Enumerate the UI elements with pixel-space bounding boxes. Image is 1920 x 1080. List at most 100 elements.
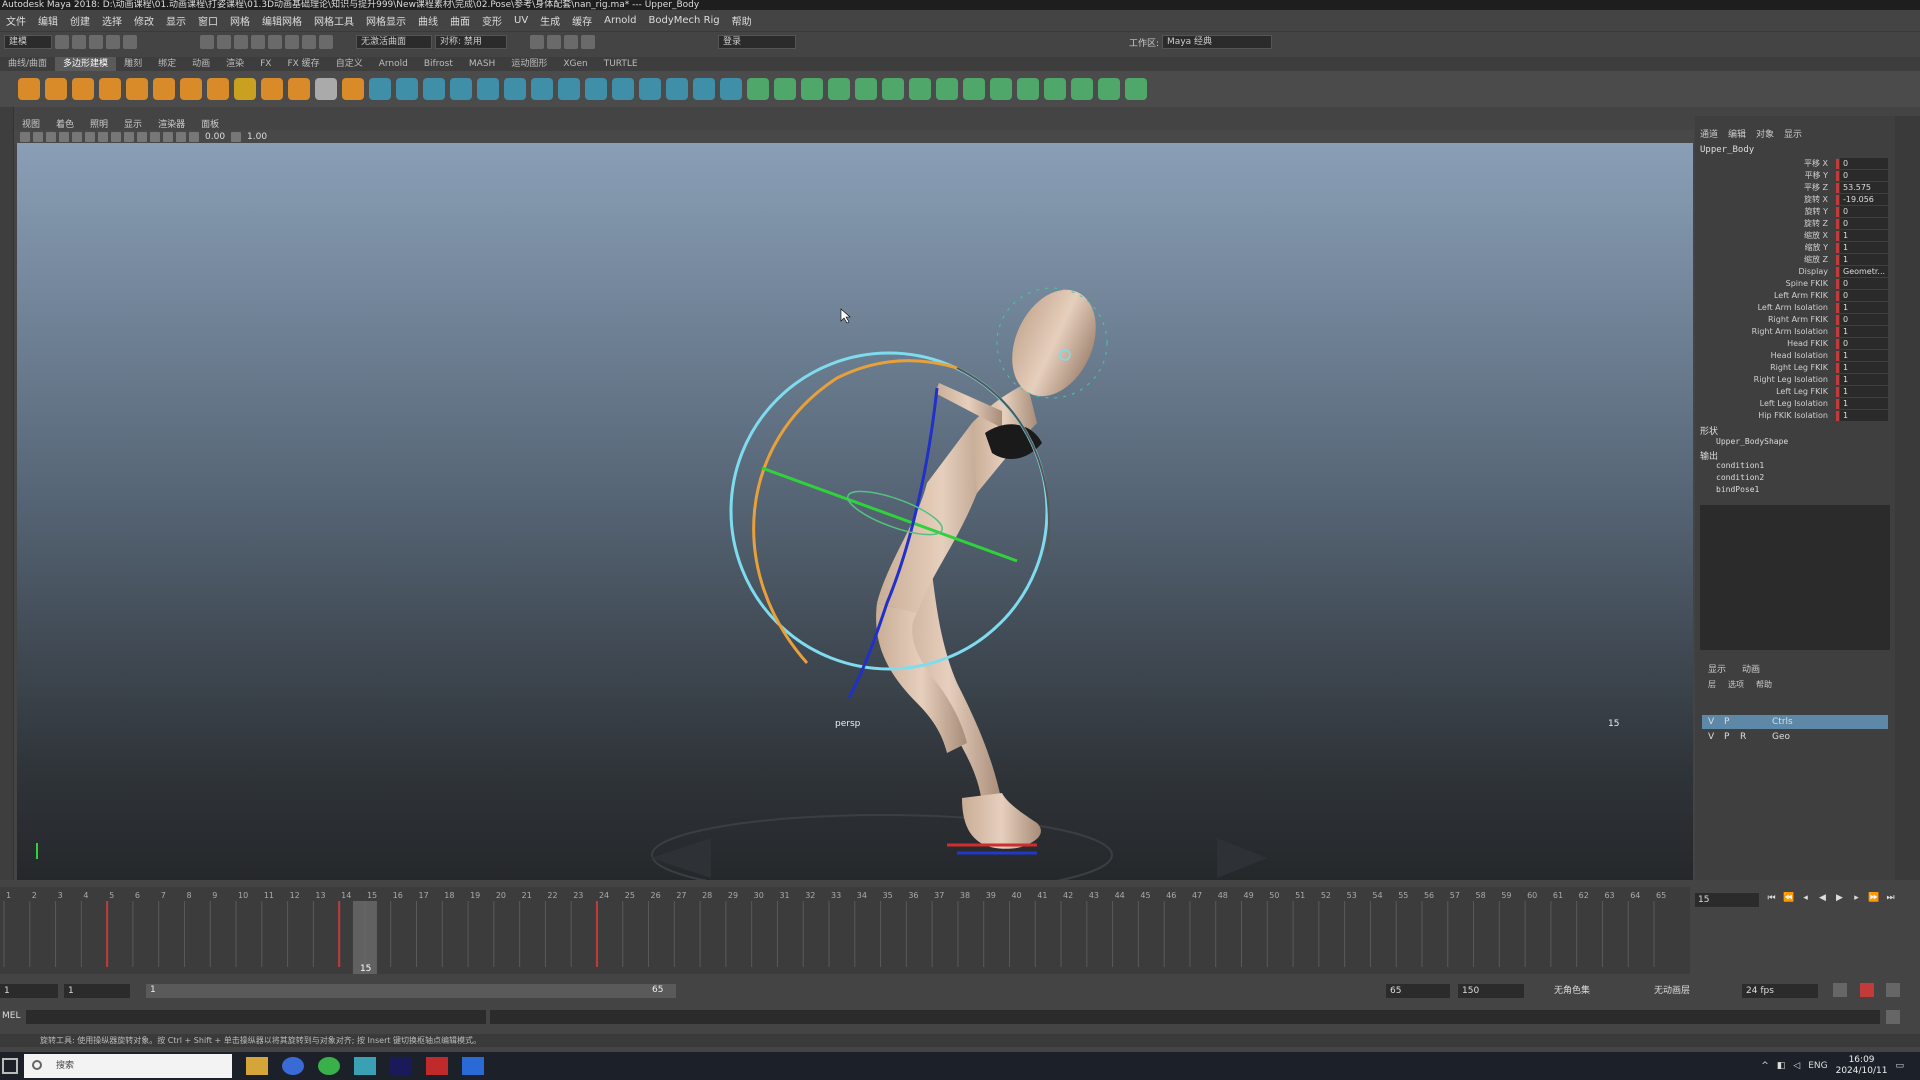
image-plane-icon[interactable] (46, 132, 56, 142)
undo-icon[interactable] (106, 35, 120, 49)
grid-toggle-icon[interactable] (59, 132, 69, 142)
channel-box-tab[interactable]: 显示 (1784, 127, 1802, 140)
panel-menu-item[interactable]: 照明 (82, 117, 116, 130)
menu-item[interactable]: 网格显示 (360, 13, 412, 28)
attribute-value[interactable]: 0 (1840, 170, 1888, 181)
extrude-shelf-icon[interactable] (531, 78, 553, 100)
layer-menu-item[interactable]: 选项 (1728, 679, 1744, 690)
snap-curve-icon[interactable] (268, 35, 282, 49)
pipe-shelf-icon[interactable] (207, 78, 229, 100)
mirror-shelf-icon[interactable] (477, 78, 499, 100)
command-input[interactable] (26, 1010, 486, 1024)
attribute-row[interactable]: Right Leg FKIK 1 (1700, 362, 1888, 374)
panel-menu-item[interactable]: 视图 (14, 117, 48, 130)
fill-hole-shelf-icon[interactable] (612, 78, 634, 100)
attribute-row[interactable]: 缩放 Z 1 (1700, 254, 1888, 266)
character-set-dropdown[interactable]: 无角色集 (1550, 984, 1636, 998)
menu-item[interactable]: 显示 (160, 13, 192, 28)
layout-shelf-icon[interactable] (909, 78, 931, 100)
combine-shelf-icon[interactable] (369, 78, 391, 100)
redo-icon[interactable] (123, 35, 137, 49)
attribute-value[interactable]: 1 (1840, 326, 1888, 337)
play-backward-icon[interactable]: ◀ (1817, 893, 1828, 904)
shelf-tab[interactable]: MASH (461, 57, 503, 71)
menu-item[interactable]: 网格工具 (308, 13, 360, 28)
time-slider[interactable]: 1 2 3 4 5 6 7 8 9 10 11 12 13 14 15 16 17 18 19 20 21 22 23 24 2… (0, 887, 1690, 974)
disc-shelf-icon[interactable] (180, 78, 202, 100)
login-button[interactable]: 登录 (718, 35, 796, 49)
multicut-shelf-icon[interactable] (639, 78, 661, 100)
wps-icon[interactable] (426, 1057, 448, 1075)
plane-shelf-icon[interactable] (153, 78, 175, 100)
maya-icon[interactable] (354, 1057, 376, 1075)
xray-icon[interactable] (163, 132, 173, 142)
smooth-shade-icon[interactable] (111, 132, 121, 142)
camera-attr-icon[interactable] (20, 132, 30, 142)
attribute-row[interactable]: Right Leg Isolation 1 (1700, 374, 1888, 386)
attribute-value[interactable]: 0 (1840, 314, 1888, 325)
symmetry-dropdown[interactable]: 对称: 禁用 (435, 35, 507, 49)
workspace-dropdown[interactable]: Maya 经典 (1162, 35, 1273, 49)
menu-item[interactable]: 窗口 (192, 13, 224, 28)
soccer-shelf-icon[interactable] (261, 78, 283, 100)
automatic-shelf-icon[interactable] (855, 78, 877, 100)
layer-editor-tab[interactable]: 动画 (1742, 662, 1760, 675)
new-scene-icon[interactable] (55, 35, 69, 49)
output-node[interactable]: condition2 (1716, 473, 1764, 482)
shelf-tab[interactable]: Arnold (371, 57, 416, 71)
time-slider-ticks[interactable]: 1 2 3 4 5 6 7 8 9 10 11 12 13 14 15 16 17 18 19 20 21 22 23 24 2… (0, 887, 1690, 974)
channel-box-tab[interactable]: 通道 (1700, 127, 1718, 140)
menu-item[interactable]: 选择 (96, 13, 128, 28)
channel-box-tab[interactable]: 编辑 (1728, 127, 1746, 140)
range-start-field[interactable]: 1 (64, 984, 130, 998)
transfer-shelf-icon[interactable] (990, 78, 1012, 100)
anim-end-field[interactable]: 150 (1458, 984, 1524, 998)
attribute-value[interactable]: 1 (1840, 230, 1888, 241)
shelf-tab[interactable]: 自定义 (328, 57, 371, 71)
file-explorer-icon[interactable] (246, 1057, 268, 1075)
platonic-shelf-icon[interactable] (288, 78, 310, 100)
wireframe-icon[interactable] (98, 132, 108, 142)
attribute-value[interactable]: 0 (1840, 158, 1888, 169)
attribute-value[interactable]: 1 (1840, 374, 1888, 385)
layer-playback-toggle[interactable]: P (1724, 715, 1729, 729)
auto-key-icon[interactable] (1860, 983, 1874, 997)
shelf-tab[interactable]: 多边形建模 (55, 57, 117, 71)
shelf-tab[interactable]: 运动图形 (503, 57, 555, 71)
open-scene-icon[interactable] (72, 35, 86, 49)
cut-shelf-icon[interactable] (963, 78, 985, 100)
attribute-row[interactable]: Left Arm Isolation 1 (1700, 302, 1888, 314)
lights-icon[interactable] (137, 132, 147, 142)
resolution-gate-icon[interactable] (85, 132, 95, 142)
spherical-shelf-icon[interactable] (828, 78, 850, 100)
gamma-icon[interactable] (231, 132, 242, 142)
shelf-tab[interactable]: Bifrost (416, 57, 461, 71)
start-time-field[interactable]: 1 (0, 984, 58, 998)
layer-row[interactable]: V P Ctrls (1702, 715, 1888, 729)
snap-surface-icon[interactable] (319, 35, 333, 49)
sew-shelf-icon[interactable] (936, 78, 958, 100)
go-to-start-icon[interactable]: ⏮ (1766, 893, 1777, 904)
grab-shelf-icon[interactable] (1071, 78, 1093, 100)
attribute-row[interactable]: Left Leg Isolation 1 (1700, 398, 1888, 410)
cylindrical-shelf-icon[interactable] (801, 78, 823, 100)
panel-menu-item[interactable]: 面板 (193, 117, 227, 130)
layer-menu-item[interactable]: 帮助 (1756, 679, 1772, 690)
sculpt-shelf-icon[interactable] (1017, 78, 1039, 100)
layer-name[interactable]: Ctrls (1772, 715, 1793, 729)
smooth-shelf-icon[interactable] (423, 78, 445, 100)
render-settings-icon[interactable] (581, 35, 595, 49)
menu-item[interactable]: UV (508, 15, 534, 26)
live-surface-field[interactable]: 无激活曲面 (356, 35, 432, 49)
menu-item[interactable]: 曲面 (444, 13, 476, 28)
attribute-row[interactable]: 平移 X 0 (1700, 158, 1888, 170)
layer-visibility-toggle[interactable]: V (1708, 730, 1714, 744)
film-gate-icon[interactable] (72, 132, 82, 142)
svg-shelf-icon[interactable] (342, 78, 364, 100)
notification-icon[interactable]: ▭ (1895, 1061, 1904, 1071)
gamma-field[interactable]: 1.00 (244, 132, 270, 142)
volume-icon[interactable]: ◁ (1793, 1061, 1800, 1071)
attribute-row[interactable]: 旋转 Z 0 (1700, 218, 1888, 230)
text-shelf-icon[interactable] (315, 78, 337, 100)
start-icon[interactable] (2, 1058, 18, 1074)
